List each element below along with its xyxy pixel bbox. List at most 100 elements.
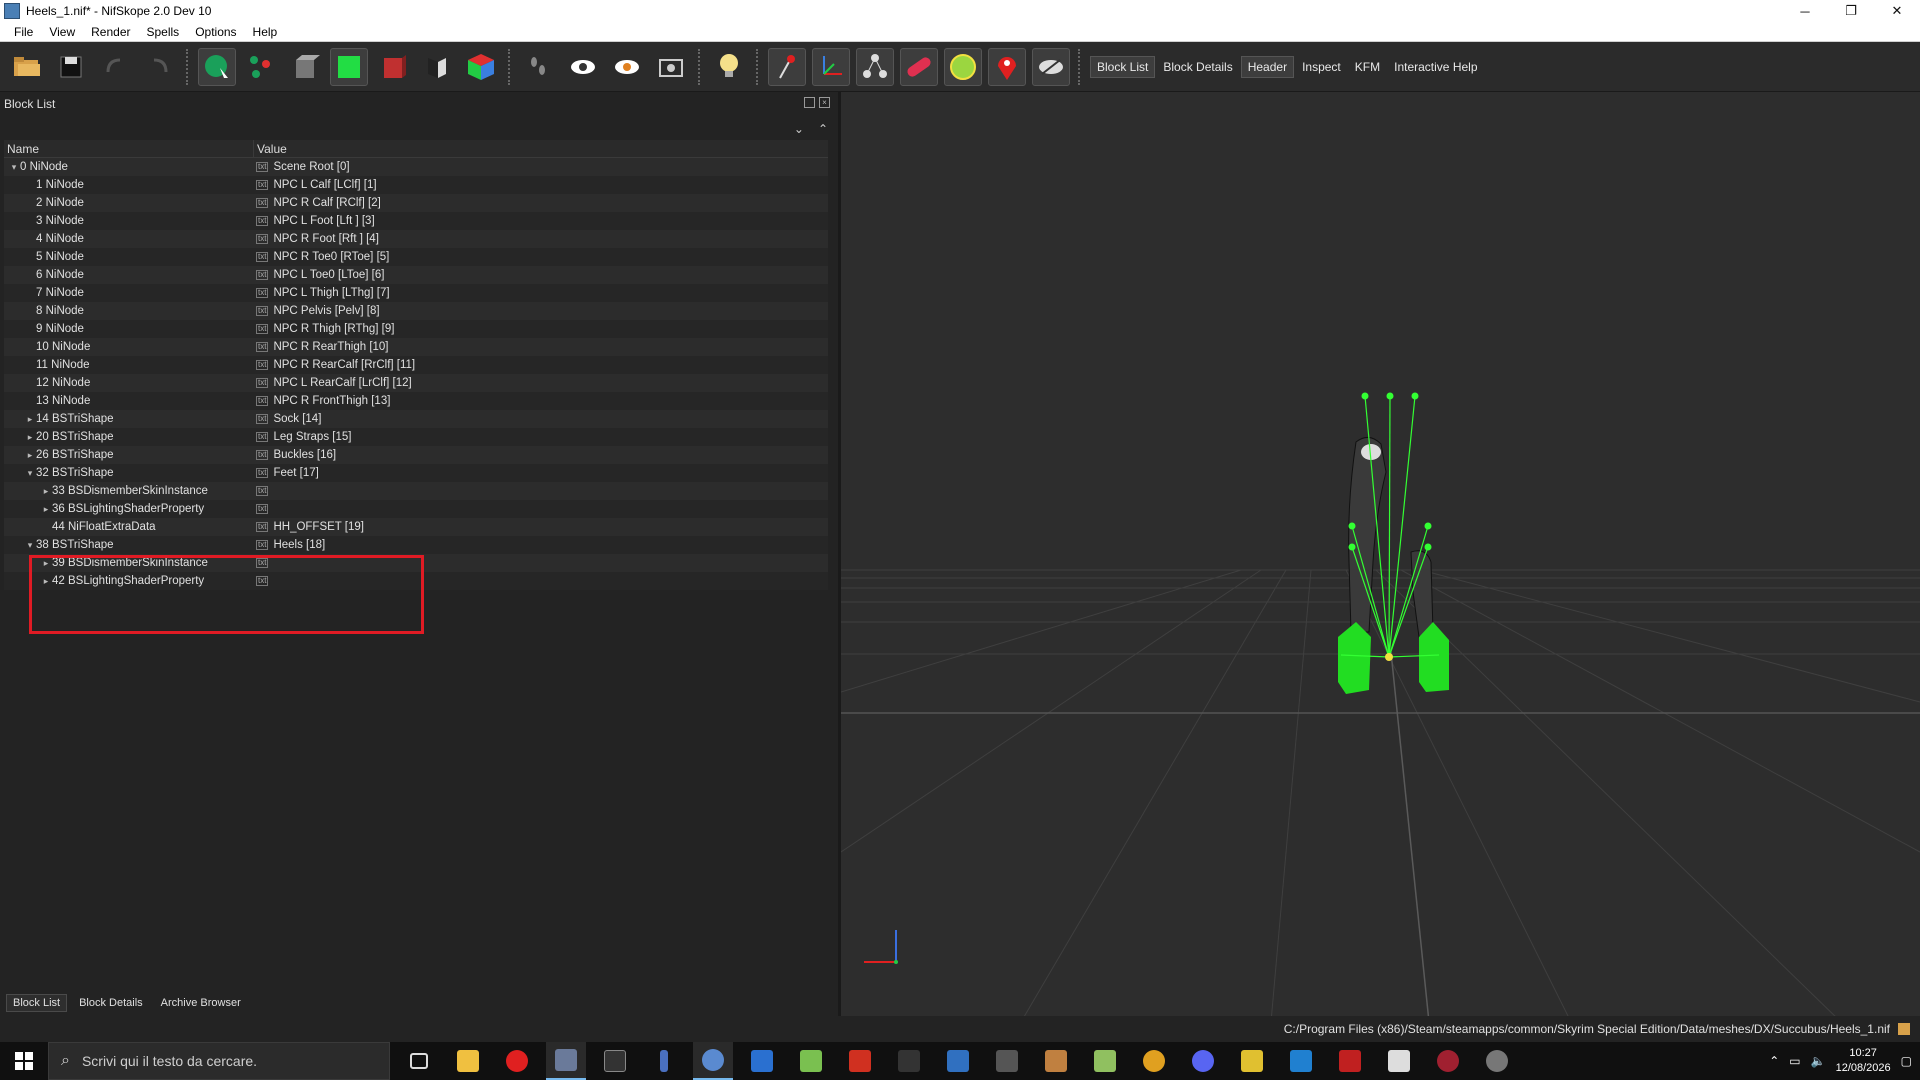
expand-arrow-icon[interactable]: ▸ (40, 558, 52, 569)
close-button[interactable]: ✕ (1874, 0, 1920, 22)
show-skeleton-button[interactable] (856, 47, 894, 86)
view-top-button[interactable] (286, 48, 324, 86)
show-axis-gizmo-button[interactable] (812, 47, 850, 86)
folder-app[interactable] (1232, 1042, 1272, 1080)
expand-all-icon[interactable]: ⌄ (794, 122, 804, 136)
expand-arrow-icon[interactable]: ▸ (40, 576, 52, 587)
toggle-kfm[interactable]: KFM (1349, 57, 1386, 77)
show-nodes-button[interactable] (608, 48, 646, 86)
filezilla-app[interactable] (840, 1042, 880, 1080)
screenshot-button[interactable] (652, 48, 690, 86)
lighting-button[interactable] (710, 48, 748, 86)
tree-row[interactable]: 13 NiNode txt NPC R FrontThigh [13] (4, 392, 828, 410)
tab-block-details[interactable]: Block Details (73, 995, 149, 1011)
settings-app[interactable] (1477, 1042, 1517, 1080)
game-app[interactable] (1428, 1042, 1468, 1080)
close-panel-icon[interactable]: × (819, 97, 830, 108)
toggle-block-details[interactable]: Block Details (1157, 57, 1238, 77)
menu-render[interactable]: Render (83, 25, 138, 39)
restore-button[interactable]: ❐ (1828, 0, 1874, 22)
chrome-app[interactable] (1134, 1042, 1174, 1080)
pen-app[interactable] (644, 1042, 684, 1080)
collapse-all-icon[interactable]: ⌃ (818, 122, 828, 136)
expand-arrow-icon[interactable]: ▸ (40, 486, 52, 497)
mm-app[interactable] (595, 1042, 635, 1080)
discord-app[interactable] (1183, 1042, 1223, 1080)
nifskope-app[interactable] (546, 1042, 586, 1080)
block-tree[interactable]: Name Value ▾ 0 NiNode txt Scene Root [0] 1 N… (4, 140, 828, 590)
tree-row[interactable]: 2 NiNode txt NPC R Calf [RClf] [2] (4, 194, 828, 212)
blender-app[interactable] (693, 1042, 733, 1080)
opera-app[interactable] (497, 1042, 537, 1080)
toggle-inspect[interactable]: Inspect (1296, 57, 1347, 77)
float-panel-icon[interactable] (804, 97, 815, 108)
column-value-header[interactable]: Value (254, 140, 287, 157)
tree-row[interactable]: 6 NiNode txt NPC L Toe0 [LToe] [6] (4, 266, 828, 284)
chevron-up-icon[interactable]: ⌃ (1769, 1054, 1779, 1068)
tree-row[interactable]: 4 NiNode txt NPC R Foot [Rft ] [4] (4, 230, 828, 248)
load-button[interactable] (8, 48, 46, 86)
taskbar-search[interactable]: ⌕ Scrivi qui il testo da cercare. (48, 1042, 390, 1080)
tree-row[interactable]: ▸ 42 BSLightingShaderProperty txt (4, 572, 828, 590)
tree-row[interactable]: ▸ 33 BSDismemberSkinInstance txt (4, 482, 828, 500)
tree-row[interactable]: 12 NiNode txt NPC L RearCalf [LrClf] [12] (4, 374, 828, 392)
redo-button[interactable] (140, 48, 178, 86)
view-flip-button[interactable] (418, 48, 456, 86)
column-name-header[interactable]: Name (4, 140, 254, 157)
tree-row[interactable]: ▸ 36 BSLightingShaderProperty txt (4, 500, 828, 518)
tree-row[interactable]: 9 NiNode txt NPC R Thigh [RThg] [9] (4, 320, 828, 338)
tab-archive-browser[interactable]: Archive Browser (155, 995, 247, 1011)
walk-mode-button[interactable] (520, 48, 558, 86)
arrow-app[interactable] (889, 1042, 929, 1080)
toggle-block-list[interactable]: Block List (1090, 55, 1156, 78)
volume-icon[interactable]: 🔈 (1811, 1054, 1826, 1068)
tree-row[interactable]: 1 NiNode txt NPC L Calf [LClf] [1] (4, 176, 828, 194)
show-markers-button[interactable] (988, 47, 1026, 86)
view-front-button[interactable] (330, 47, 368, 86)
expand-arrow-icon[interactable]: ▸ (24, 450, 36, 461)
minimize-button[interactable]: ─ (1782, 0, 1828, 22)
image-app[interactable] (1085, 1042, 1125, 1080)
photoshop-app[interactable] (987, 1042, 1027, 1080)
collapse-arrow-icon[interactable]: ▾ (24, 468, 36, 479)
show-vertex-colors-button[interactable] (1032, 47, 1070, 86)
show-collision-button[interactable] (944, 47, 982, 86)
tree-row[interactable]: ▾ 0 NiNode txt Scene Root [0] (4, 158, 828, 176)
terminal-app[interactable] (938, 1042, 978, 1080)
menu-options[interactable]: Options (187, 25, 244, 39)
expand-arrow-icon[interactable]: ▸ (40, 504, 52, 515)
notepad-app[interactable] (791, 1042, 831, 1080)
tree-row[interactable]: ▸ 39 BSDismemberSkinInstance txt (4, 554, 828, 572)
toggle-header[interactable]: Header (1240, 55, 1295, 78)
undo-button[interactable] (96, 48, 134, 86)
tree-row[interactable]: ▸ 26 BSTriShape txt Buckles [16] (4, 446, 828, 464)
tab-block-list[interactable]: Block List (6, 994, 68, 1012)
menu-view[interactable]: View (41, 25, 83, 39)
tree-row[interactable]: 11 NiNode txt NPC R RearCalf [RrClf] [11] (4, 356, 828, 374)
red-app[interactable] (1330, 1042, 1370, 1080)
tree-row[interactable]: 7 NiNode txt NPC L Thigh [LThg] [7] (4, 284, 828, 302)
tree-row[interactable]: ▾ 38 BSTriShape txt Heels [18] (4, 536, 828, 554)
show-axes-button[interactable] (768, 47, 806, 86)
expand-arrow-icon[interactable]: ▸ (24, 432, 36, 443)
menu-file[interactable]: File (6, 25, 41, 39)
save-button[interactable] (52, 48, 90, 86)
toggle-interactive-help[interactable]: Interactive Help (1388, 57, 1483, 77)
explorer-app[interactable] (448, 1042, 488, 1080)
collapse-arrow-icon[interactable]: ▾ (24, 540, 36, 551)
menu-help[interactable]: Help (245, 25, 286, 39)
tree-row[interactable]: 3 NiNode txt NPC L Foot [Lft ] [3] (4, 212, 828, 230)
select-object-button[interactable] (198, 47, 236, 86)
tree-row[interactable]: 44 NiFloatExtraData txt HH_OFFSET [19] (4, 518, 828, 536)
task-view-button[interactable] (399, 1042, 439, 1080)
clock[interactable]: 10:27 12/08/2026 (1836, 1046, 1891, 1076)
store-app[interactable] (742, 1042, 782, 1080)
select-vertex-button[interactable] (242, 48, 280, 86)
expand-arrow-icon[interactable]: ▸ (24, 414, 36, 425)
network-icon[interactable]: ▭ (1789, 1054, 1800, 1068)
view-side-button[interactable] (374, 48, 412, 86)
show-bounds-button[interactable] (900, 47, 938, 86)
tree-row[interactable]: 10 NiNode txt NPC R RearThigh [10] (4, 338, 828, 356)
tree-row[interactable]: ▸ 20 BSTriShape txt Leg Straps [15] (4, 428, 828, 446)
gimp-app[interactable] (1036, 1042, 1076, 1080)
